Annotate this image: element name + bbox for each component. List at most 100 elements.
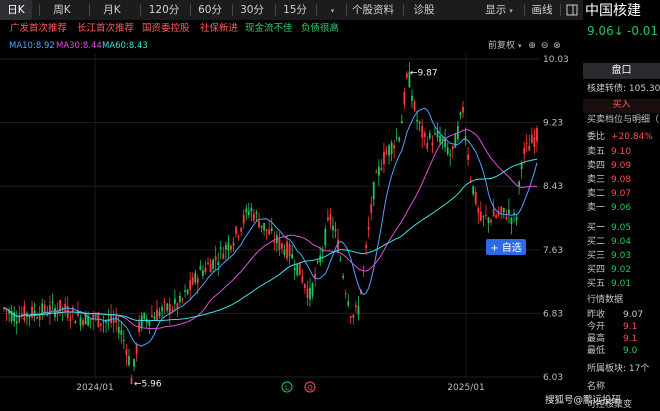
bid-level-price: 9.02 <box>611 265 632 275</box>
period-tab-60min[interactable]: 60分 <box>194 0 226 20</box>
ask-level-price: 9.07 <box>611 189 632 199</box>
candle-body <box>505 217 508 220</box>
candle-body <box>227 242 230 251</box>
period-tab-120min[interactable]: 120分 <box>146 0 182 20</box>
tag-changjiang-first-rec[interactable]: 长江首次推荐 <box>77 22 134 36</box>
candle-body <box>89 319 92 321</box>
candle-body <box>51 301 54 304</box>
candle-body <box>189 280 192 290</box>
stock-info-button[interactable]: 个股资料 <box>350 0 396 20</box>
candle-body <box>482 215 485 217</box>
candle-body <box>235 226 237 234</box>
candle-body <box>352 314 355 318</box>
candle-body <box>268 229 271 235</box>
restore-rights-select[interactable]: 前复权 ▾ <box>488 41 522 51</box>
period-tab-daily[interactable]: 日K <box>0 0 32 20</box>
period-tab-30min[interactable]: 30分 <box>236 0 268 20</box>
candle-body <box>304 284 306 289</box>
candle-body <box>296 263 299 276</box>
display-menu-button[interactable]: 显示 ▾ <box>484 0 514 20</box>
candle-body <box>515 216 518 221</box>
candle-body <box>357 306 360 315</box>
candle-body <box>500 206 503 212</box>
candle-body <box>258 221 260 228</box>
more-periods-button[interactable]: ▾ <box>319 0 343 20</box>
candle-body <box>421 125 424 138</box>
layout-icon <box>566 4 578 16</box>
bid-level-price: 9.03 <box>611 251 632 261</box>
candle-body <box>349 316 352 318</box>
ask-level-label: 卖二 <box>587 189 606 199</box>
candle-body <box>492 209 495 217</box>
candle-body <box>332 225 334 231</box>
tag-poor-cashflow[interactable]: 现金流不佳 <box>245 22 293 36</box>
candle-body <box>79 317 82 326</box>
tag-social-security-new[interactable]: 社保新进 <box>200 22 238 36</box>
candle-body <box>36 317 39 319</box>
bid-level-label: 买一 <box>587 223 606 233</box>
draw-line-button[interactable]: 画线 <box>528 0 556 20</box>
candle-body <box>112 319 115 323</box>
toolbar-divider <box>190 4 191 16</box>
chart-labels: 10.03 9.23 8.43 7.63 6.83 6.03 2024/01 2025/01 ←… <box>76 55 568 393</box>
diagnose-button[interactable]: 诊股 <box>408 0 440 20</box>
chart-tools: 前复权 ▾ ⊕ ⊖ ⊗ <box>488 39 561 53</box>
candle-body <box>120 330 123 335</box>
y-tick-label: 7.63 <box>543 246 563 256</box>
candle-body <box>133 359 135 367</box>
tag-high-debt[interactable]: 负债很高 <box>301 22 339 36</box>
candle-body <box>184 290 186 292</box>
close-indicator-icon[interactable]: ⊗ <box>553 41 561 51</box>
candle-body <box>128 356 130 365</box>
tab-order-book[interactable]: 盘口 <box>583 63 660 79</box>
candle-body <box>362 267 365 269</box>
zoom-out-icon[interactable]: ⊖ <box>541 41 549 51</box>
candle-body <box>329 214 332 221</box>
candle-body <box>281 243 283 249</box>
toolbar-divider <box>39 4 40 16</box>
candle-body <box>301 276 304 283</box>
candle-body <box>288 244 291 257</box>
candle-body <box>467 154 469 160</box>
period-tab-monthly[interactable]: 月K <box>96 0 128 20</box>
candle-body <box>64 303 67 312</box>
marker-q-label: Q <box>307 384 313 392</box>
candle-body <box>400 120 403 124</box>
toolbar-divider <box>275 4 276 16</box>
candle-body <box>344 292 347 294</box>
toolbar-divider <box>524 4 525 16</box>
candle-body <box>426 143 429 149</box>
buy-button[interactable]: 买入 <box>583 99 660 113</box>
candle-body <box>436 131 439 138</box>
candle-body <box>102 321 105 323</box>
candle-body <box>286 241 288 259</box>
tag-sasac-holding[interactable]: 国资委控股 <box>142 22 190 36</box>
quote-label: 今开 <box>587 322 606 332</box>
chevron-down-icon: ▾ <box>518 42 522 50</box>
candle-body <box>204 267 207 273</box>
quote-value: 9.0 <box>623 346 638 356</box>
candle-body <box>525 142 528 144</box>
stock-tags: 广发首次推荐 长江首次推荐 国资委控股 社保新进 现金流不佳 负债很高 <box>0 20 583 38</box>
layout-toggle-button[interactable] <box>564 0 580 20</box>
candle-body <box>260 225 263 228</box>
candle-body <box>339 259 342 261</box>
tag-guangfa-first-rec[interactable]: 广发首次推荐 <box>10 22 67 36</box>
toolbar-divider <box>403 4 404 16</box>
candle-body <box>186 289 189 294</box>
toolbar: 日K 周K 月K 120分 60分 30分 15分 ▾ 个股资料 诊股 显示 ▾ … <box>0 0 583 20</box>
candle-body <box>311 283 314 296</box>
period-tab-15min[interactable]: 15分 <box>279 0 311 20</box>
candle-body <box>533 137 536 148</box>
candle-body <box>217 262 220 266</box>
marker-l-label: L <box>285 384 289 392</box>
candle-body <box>97 312 100 327</box>
kline-chart[interactable]: 10.03 9.23 8.43 7.63 6.83 6.03 2024/01 2025/01 ←… <box>0 54 583 411</box>
zoom-in-icon[interactable]: ⊕ <box>528 41 536 51</box>
chevron-down-icon: ▾ <box>509 7 513 15</box>
candle-body <box>439 135 441 143</box>
candle-body <box>163 302 166 304</box>
candle-body <box>122 339 125 341</box>
period-tab-weekly[interactable]: 周K <box>46 0 78 20</box>
convertible-bond-text: 核建转债: 105.30 <box>587 84 660 94</box>
